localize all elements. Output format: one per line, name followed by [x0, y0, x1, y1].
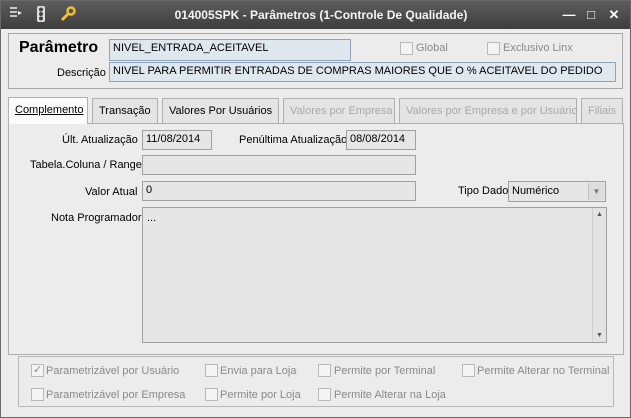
- tab-filiais: Filiais: [581, 98, 623, 123]
- permite-por-loja-label: Permite por Loja: [220, 389, 301, 401]
- scroll-down-icon[interactable]: ▼: [596, 332, 603, 339]
- nota-programador-text: ...: [147, 212, 157, 224]
- descricao-field[interactable]: NIVEL PARA PERMITIR ENTRADAS DE COMPRAS …: [109, 62, 616, 82]
- global-checkbox[interactable]: [400, 42, 413, 55]
- parametrizavel-empresa-checkbox[interactable]: [31, 388, 44, 401]
- tabela-coluna-label: Tabela.Coluna / Range: [30, 159, 142, 171]
- close-button[interactable]: ✕: [605, 6, 623, 24]
- scroll-up-icon[interactable]: ▲: [596, 211, 603, 218]
- nota-programador-memo[interactable]: ... ▲ ▼: [142, 207, 607, 343]
- permite-alterar-loja-label: Permite Alterar na Loja: [334, 389, 446, 401]
- nota-programador-label: Nota Programador: [51, 212, 142, 224]
- penultima-atualizacao-field[interactable]: 08/08/2014: [346, 130, 416, 150]
- tab-valores-por-empresa: Valores por Empresa: [283, 98, 395, 123]
- parametrizavel-usuario-label: Parametrizável por Usuário: [46, 365, 180, 377]
- permite-por-terminal-checkbox[interactable]: [318, 364, 331, 377]
- tab-strip: Complemento Transação Valores Por Usuári…: [8, 97, 628, 124]
- exclusivo-linx-checkbox[interactable]: [487, 42, 500, 55]
- window-title: 014005SPK - Parâmetros (1-Controle De Qu…: [174, 8, 468, 22]
- menu-icon[interactable]: [7, 6, 25, 24]
- permite-por-terminal-label: Permite por Terminal: [334, 365, 436, 377]
- tabela-coluna-field[interactable]: [142, 155, 416, 175]
- ult-atualizacao-field[interactable]: 11/08/2014: [142, 130, 212, 150]
- global-label: Global: [416, 42, 448, 54]
- title-bar[interactable]: 014005SPK - Parâmetros (1-Controle De Qu…: [1, 1, 630, 29]
- traffic-light-icon[interactable]: [32, 6, 50, 24]
- permite-por-loja-checkbox[interactable]: [205, 388, 218, 401]
- wrench-icon[interactable]: [59, 6, 77, 24]
- close-icon: ✕: [608, 7, 620, 22]
- chevron-down-icon[interactable]: ▼: [588, 183, 604, 200]
- tab-valores-por-empresa-e-usuario: Valores por Empresa e por Usuário: [399, 98, 578, 123]
- penultima-atualizacao-label: Penúltima Atualização: [239, 134, 348, 146]
- tipo-dado-label: Tipo Dado: [458, 185, 509, 197]
- valor-atual-field[interactable]: 0: [142, 181, 416, 201]
- envia-para-loja-checkbox[interactable]: [205, 364, 218, 377]
- valor-atual-label: Valor Atual: [85, 186, 138, 198]
- exclusivo-linx-label: Exclusivo Linx: [503, 42, 573, 54]
- ult-atualizacao-label: Últ. Atualização: [62, 134, 138, 146]
- memo-scrollbar[interactable]: ▲ ▼: [592, 208, 606, 342]
- maximize-button[interactable]: □: [582, 6, 600, 24]
- maximize-icon: □: [587, 7, 595, 22]
- parametrizavel-empresa-label: Parametrizável por Empresa: [46, 389, 186, 401]
- tipo-dado-select[interactable]: Numérico ▼: [508, 181, 606, 202]
- tab-valores-por-usuarios[interactable]: Valores Por Usuários: [162, 98, 279, 123]
- permite-alterar-terminal-label: Permite Alterar no Terminal: [477, 365, 610, 377]
- parametro-field[interactable]: NIVEL_ENTRADA_ACEITAVEL: [109, 39, 351, 61]
- tipo-dado-value: Numérico: [512, 185, 560, 197]
- descricao-label: Descrição: [57, 67, 106, 79]
- tab-transacao[interactable]: Transação: [92, 98, 158, 123]
- envia-para-loja-label: Envia para Loja: [220, 365, 297, 377]
- minimize-button[interactable]: —: [560, 6, 578, 24]
- tab-complemento[interactable]: Complemento: [8, 97, 88, 124]
- minimize-icon: —: [562, 7, 576, 22]
- parametros-window: 014005SPK - Parâmetros (1-Controle De Qu…: [0, 0, 631, 418]
- parametrizavel-usuario-checkbox[interactable]: [31, 363, 44, 377]
- permite-alterar-terminal-checkbox[interactable]: [462, 364, 475, 377]
- permite-alterar-loja-checkbox[interactable]: [318, 388, 331, 401]
- parametro-label: Parâmetro: [19, 39, 99, 56]
